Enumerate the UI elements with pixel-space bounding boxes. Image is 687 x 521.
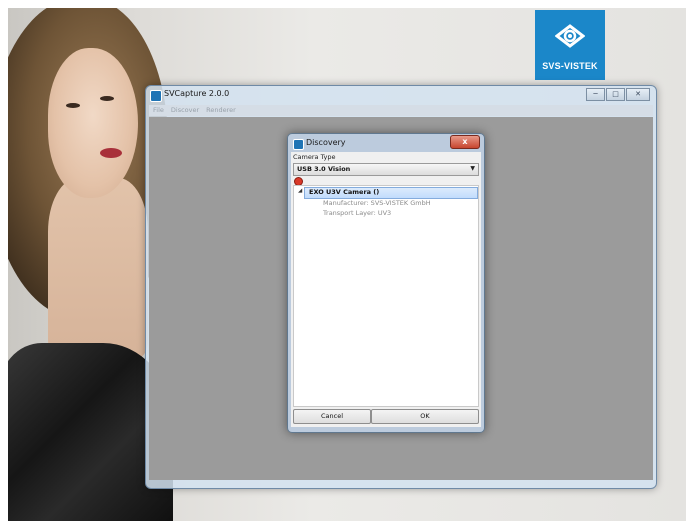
menu-renderer[interactable]: Renderer — [206, 105, 236, 116]
chevron-down-icon: ▼ — [470, 165, 475, 172]
close-icon: x — [462, 137, 468, 146]
camera-tree: ◢ EXO U3V Camera () Manufacturer: SVS-VI… — [293, 185, 479, 407]
eye-logo-icon — [555, 24, 585, 48]
manufacturer-label: Manufacturer: SVS-VISTEK GmbH — [323, 199, 431, 207]
cancel-button[interactable]: Cancel — [293, 409, 371, 424]
dialog-icon — [293, 139, 304, 150]
close-button[interactable]: ✕ — [626, 88, 650, 101]
caption-buttons: ─ □ ✕ — [586, 88, 650, 101]
minimize-icon: ─ — [593, 90, 598, 98]
collapse-icon[interactable]: ◢ — [298, 188, 302, 194]
dialog-close-button[interactable]: x — [450, 135, 480, 149]
minimize-button[interactable]: ─ — [586, 88, 605, 101]
app-title: SVCapture 2.0.0 — [164, 89, 230, 98]
menubar: File Discover Renderer — [149, 105, 653, 116]
lips — [100, 148, 122, 158]
app-titlebar[interactable]: SVCapture 2.0.0 ─ □ ✕ — [146, 86, 656, 104]
app-icon — [150, 90, 162, 102]
eye — [66, 103, 80, 108]
transport-layer-label: Transport Layer: UV3 — [323, 209, 392, 217]
menu-discover[interactable]: Discover — [171, 105, 199, 116]
camera-name[interactable]: EXO U3V Camera () — [309, 188, 379, 196]
close-icon: ✕ — [635, 90, 641, 98]
maximize-button[interactable]: □ — [606, 88, 625, 101]
face — [48, 48, 138, 198]
camera-type-select[interactable]: USB 3.0 Vision ▼ — [293, 163, 479, 176]
dialog-body: Camera Type USB 3.0 Vision ▼ ◢ EXO U3V C… — [291, 152, 481, 427]
maximize-icon: □ — [612, 90, 619, 98]
menu-file[interactable]: File — [153, 105, 164, 116]
ok-button[interactable]: OK — [371, 409, 479, 424]
camera-type-label: Camera Type — [293, 153, 336, 161]
neck — [48, 178, 148, 358]
svs-vistek-logo: SVS-VISTEK — [535, 10, 605, 80]
camera-type-value: USB 3.0 Vision — [297, 165, 351, 173]
discovery-dialog: Discovery x Camera Type USB 3.0 Vision ▼… — [287, 133, 485, 433]
dialog-title: Discovery — [306, 138, 346, 147]
eye — [100, 96, 114, 101]
logo-text: SVS-VISTEK — [542, 61, 598, 71]
